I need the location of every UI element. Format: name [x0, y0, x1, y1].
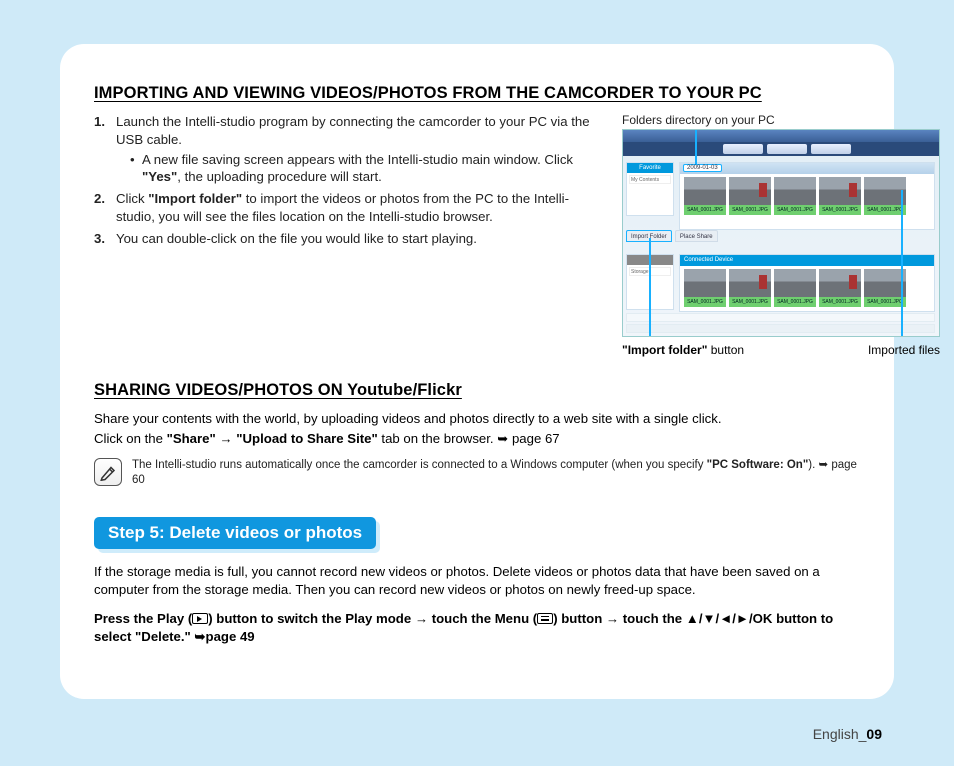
sharing-para-1: Share your contents with the world, by u…: [94, 410, 860, 428]
figure-column: Folders directory on your PC Favorite My…: [622, 113, 940, 357]
date-chip: 2009-01-03: [683, 164, 722, 172]
note-icon: [94, 458, 122, 486]
bullet-text-b: , the uploading procedure will start.: [177, 169, 382, 184]
caption-imported-files: Imported files: [868, 343, 940, 357]
sidebar-item: My Contents: [629, 175, 671, 184]
step-3: 3. You can double-click on the file you …: [94, 230, 604, 248]
status-strip: [626, 313, 935, 322]
section1-row: 1. Launch the Intelli-studio program by …: [94, 113, 860, 357]
tab-bar: Import Folder Place Share: [626, 230, 935, 244]
callout-line: [649, 238, 651, 337]
sub-bullet-list: A new file saving screen appears with th…: [130, 151, 604, 187]
callout-line: [901, 190, 903, 337]
content-pane-bottom: Connected Device SAM_0001.JPG SAM_0001.J…: [679, 254, 935, 312]
step5-instruction: Press the Play () button to switch the P…: [94, 610, 860, 647]
step-text: You can double-click on the file you wou…: [116, 231, 477, 246]
thumbnail: SAM_0001.JPG: [819, 177, 861, 217]
step-text: Launch the Intelli-studio program by con…: [116, 114, 590, 147]
thumbnail: SAM_0001.JPG: [864, 177, 906, 217]
sidebar-favorites: Favorite My Contents: [626, 162, 674, 216]
footer-page-number: 09: [866, 726, 882, 742]
step-text-a: Click: [116, 191, 148, 206]
bullet-text-a: A new file saving screen appears with th…: [142, 152, 573, 167]
callout-line: [695, 129, 697, 164]
section-title-importing: IMPORTING AND VIEWING VIDEOS/PHOTOS FROM…: [94, 84, 860, 103]
upload-label: "Upload to Share Site": [236, 431, 377, 446]
menu-chip: [723, 144, 763, 154]
menu-chip: [811, 144, 851, 154]
pane-header-device: Connected Device: [680, 255, 934, 266]
tab-other: Place Share: [675, 230, 718, 242]
app-titlebar: [623, 130, 939, 142]
caption-folders-directory: Folders directory on your PC: [622, 113, 940, 127]
step-number: 3.: [94, 230, 105, 248]
instructions-column: 1. Launch the Intelli-studio program by …: [94, 113, 604, 357]
step-number: 1.: [94, 113, 105, 131]
section-title-sharing: SHARING VIDEOS/PHOTOS ON Youtube/Flickr: [94, 381, 860, 400]
menu-icon: [537, 613, 553, 624]
note-text: The Intelli-studio runs automatically on…: [132, 458, 860, 489]
figure-captions-row: "Import folder" button Imported files: [622, 343, 940, 357]
note-box: The Intelli-studio runs automatically on…: [94, 458, 860, 489]
share-label: "Share": [167, 431, 216, 446]
manual-page: IMPORTING AND VIEWING VIDEOS/PHOTOS FROM…: [60, 44, 894, 699]
thumbnail: SAM_0001.JPG: [819, 269, 861, 309]
thumbnail: SAM_0001.JPG: [729, 269, 771, 309]
import-folder-label: "Import folder": [148, 191, 242, 206]
sharing-para-2: Click on the "Share" → "Upload to Share …: [94, 430, 860, 448]
content-pane-top: SAM_0001.JPG SAM_0001.JPG SAM_0001.JPG S…: [679, 162, 935, 230]
thumbnail: SAM_0001.JPG: [864, 269, 906, 309]
thumbnail: SAM_0001.JPG: [774, 269, 816, 309]
status-strip: [626, 324, 935, 333]
steps-list: 1. Launch the Intelli-studio program by …: [94, 113, 604, 248]
step5-badge-wrap: Step 5: Delete videos or photos: [94, 489, 860, 549]
step-1: 1. Launch the Intelli-studio program by …: [94, 113, 604, 186]
step-number: 2.: [94, 190, 105, 208]
thumbnail-row: SAM_0001.JPG SAM_0001.JPG SAM_0001.JPG S…: [684, 269, 930, 309]
thumbnail: SAM_0001.JPG: [684, 269, 726, 309]
caption-import-folder-button: "Import folder" button: [622, 343, 744, 357]
thumbnail-row: SAM_0001.JPG SAM_0001.JPG SAM_0001.JPG S…: [684, 177, 930, 227]
intelli-studio-screenshot: Favorite My Contents 2009-01-03 SAM_0001…: [622, 129, 940, 337]
bullet-item: A new file saving screen appears with th…: [130, 151, 604, 187]
play-icon: [192, 613, 208, 624]
thumbnail: SAM_0001.JPG: [774, 177, 816, 217]
step5-para: If the storage media is full, you cannot…: [94, 563, 860, 600]
footer-lang: English_: [813, 726, 867, 742]
section-sharing: SHARING VIDEOS/PHOTOS ON Youtube/Flickr …: [94, 381, 860, 489]
step-2: 2. Click "Import folder" to import the v…: [94, 190, 604, 226]
menu-chip: [767, 144, 807, 154]
page-footer: English_09: [813, 726, 882, 742]
step5-badge: Step 5: Delete videos or photos: [94, 517, 376, 549]
yes-label: "Yes": [142, 169, 177, 184]
sidebar-head: Favorite: [627, 163, 673, 173]
thumbnail: SAM_0001.JPG: [729, 177, 771, 217]
thumbnail: SAM_0001.JPG: [684, 177, 726, 217]
